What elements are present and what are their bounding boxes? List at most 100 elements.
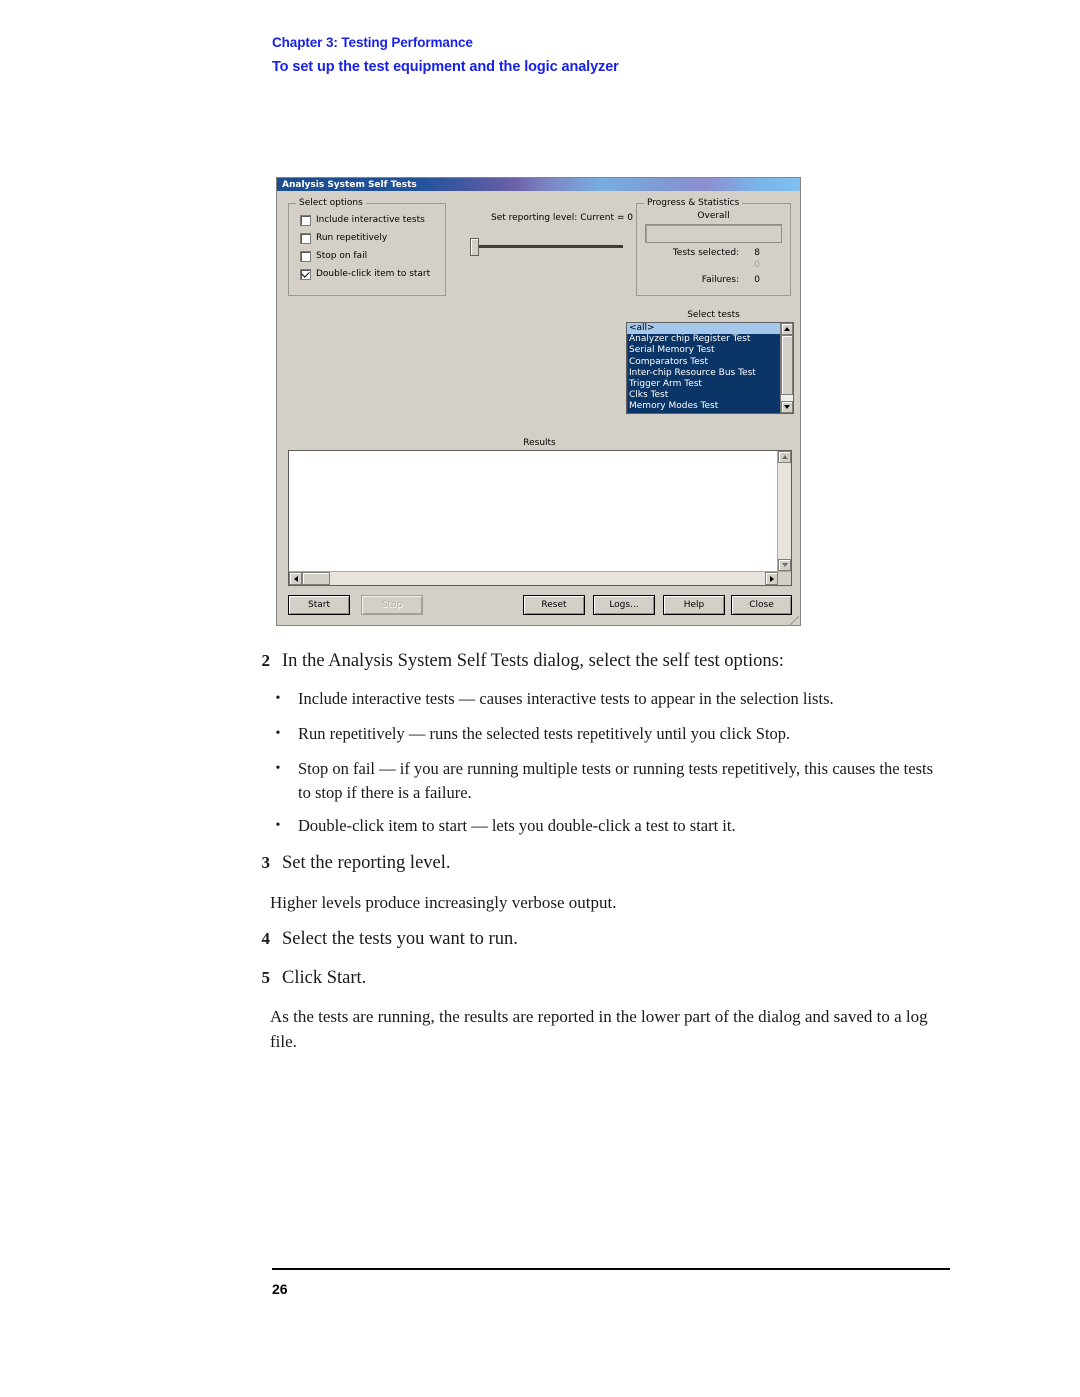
help-button[interactable]: Help [663, 595, 725, 615]
step-4: 4 Select the tests you want to run. [248, 926, 948, 952]
progress-statistics-legend: Progress & Statistics [644, 198, 743, 208]
bullet-include-interactive-tests: • Include interactive tests — causes int… [272, 687, 952, 711]
scroll-up-button[interactable] [778, 451, 791, 463]
select-tests-label: Select tests [687, 310, 740, 320]
bullet-text: Double-click item to start — lets you do… [298, 816, 736, 835]
reporting-level-block: Set reporting level: Current = 0 [467, 213, 657, 256]
arrow-down-icon [784, 405, 790, 409]
checkbox-box-icon[interactable] [300, 232, 311, 244]
failures-line: Failures: 0 [637, 275, 790, 285]
scroll-left-button[interactable] [289, 572, 302, 585]
scroll-trough[interactable] [330, 572, 765, 585]
checkbox-double-click-item-to-start[interactable]: Double-click item to start [300, 265, 445, 283]
running-header: Chapter 3: Testing Performance To set up… [272, 35, 972, 76]
close-button[interactable]: Close [731, 595, 792, 615]
scroll-down-button[interactable] [778, 559, 791, 571]
results-main [289, 451, 791, 571]
bullet-double-click-item-to-start: • Double-click item to start — lets you … [272, 814, 952, 838]
bullet-marker-icon: • [275, 761, 281, 776]
checkbox-label: Include interactive tests [316, 215, 425, 225]
bullet-text: Include interactive tests — causes inter… [298, 689, 834, 708]
bullet-marker-icon: • [275, 818, 281, 833]
bullet-run-repetitively: • Run repetitively — runs the selected t… [272, 722, 952, 746]
chapter-title: Chapter 3: Testing Performance [272, 35, 473, 50]
dialog-body: Select options Include interactive tests… [277, 191, 800, 627]
scroll-up-button[interactable] [781, 323, 793, 335]
dialog-title: Analysis System Self Tests [282, 179, 417, 190]
dialog-title-bar: Analysis System Self Tests [277, 178, 800, 191]
reporting-level-slider[interactable] [467, 237, 657, 256]
step-3: 3 Set the reporting level. [248, 850, 948, 876]
arrow-left-icon [293, 575, 298, 582]
failures-label: Failures: [701, 275, 740, 285]
list-item[interactable]: Trigger Arm Test [627, 379, 780, 390]
bullet-text: Stop on fail — if you are running multip… [298, 759, 933, 802]
list-item[interactable]: Memory Modes Test [627, 401, 780, 412]
select-tests-items[interactable]: <all> Analyzer chip Register Test Serial… [627, 323, 780, 413]
select-tests-listbox[interactable]: <all> Analyzer chip Register Test Serial… [626, 322, 794, 414]
checkbox-box-icon[interactable] [300, 214, 311, 226]
task-title: To set up the test equipment and the log… [272, 58, 619, 75]
step-2: 2 In the Analysis System Self Tests dial… [248, 648, 948, 674]
tests-selected-label: Tests selected: [672, 248, 740, 258]
list-item[interactable]: Serial Memory Test [627, 345, 780, 356]
reset-button[interactable]: Reset [523, 595, 585, 615]
step-number: 5 [261, 968, 271, 987]
step-text: Set the reporting level. [282, 853, 451, 873]
scroll-right-button[interactable] [765, 572, 778, 585]
select-options-legend: Select options [296, 198, 366, 208]
tests-selected-value: 8 [754, 248, 760, 258]
footer-rule [272, 1268, 950, 1270]
step-number: 3 [261, 853, 271, 872]
slider-thumb[interactable] [470, 238, 479, 256]
progress-statistics-group: Progress & Statistics Overall Tests sele… [636, 198, 791, 296]
arrow-up-icon [781, 455, 788, 459]
slider-track [477, 245, 623, 248]
results-panel [288, 450, 792, 586]
analysis-system-self-tests-dialog: Analysis System Self Tests Select option… [276, 177, 801, 626]
list-item[interactable]: Clks Test [627, 390, 780, 401]
step-number: 4 [261, 929, 271, 948]
scroll-trough[interactable] [778, 463, 791, 559]
results-vertical-scrollbar[interactable] [777, 451, 791, 571]
list-item[interactable]: <all> [627, 323, 780, 335]
checkbox-stop-on-fail[interactable]: Stop on fail [300, 247, 445, 265]
resize-grip-icon[interactable] [789, 616, 799, 626]
results-horizontal-scrollbar[interactable] [289, 571, 791, 585]
select-tests-scrollbar[interactable] [780, 323, 793, 413]
results-text-area[interactable] [289, 451, 777, 571]
step-text: In the Analysis System Self Tests dialog… [282, 651, 784, 671]
checkbox-label: Run repetitively [316, 233, 388, 243]
bullet-stop-on-fail: • Stop on fail — if you are running mult… [272, 757, 940, 805]
start-button[interactable]: Start [288, 595, 350, 615]
bullet-marker-icon: • [275, 726, 281, 741]
scroll-trough[interactable] [781, 335, 793, 401]
arrow-right-icon [769, 575, 774, 582]
logs-button[interactable]: Logs... [593, 595, 655, 615]
step-text: Click Start. [282, 968, 367, 988]
page-number: 26 [272, 1281, 288, 1297]
reporting-level-caption: Set reporting level: Current = 0 [491, 213, 633, 223]
scroll-thumb[interactable] [781, 335, 793, 395]
list-item[interactable]: Inter-chip Resource Bus Test [627, 368, 780, 379]
stop-button: Stop [361, 595, 423, 615]
list-item[interactable]: Analyzer chip Register Test [627, 334, 780, 345]
bullet-marker-icon: • [275, 691, 281, 706]
step-3-paragraph: Higher levels produce increasingly verbo… [270, 893, 617, 912]
checkbox-run-repetitively[interactable]: Run repetitively [300, 229, 445, 247]
scroll-down-button[interactable] [781, 401, 793, 413]
select-options-group: Select options Include interactive tests… [288, 198, 446, 296]
checkbox-checked-icon[interactable] [300, 268, 311, 280]
checkbox-include-interactive-tests[interactable]: Include interactive tests [300, 211, 445, 229]
tests-selected-line: Tests selected: 8 [637, 248, 790, 258]
arrow-up-icon [784, 327, 790, 331]
scroll-thumb[interactable] [302, 572, 330, 585]
step-text: Select the tests you want to run. [282, 929, 518, 949]
list-item[interactable]: Comparators Test [627, 357, 780, 368]
checkbox-label: Double-click item to start [316, 269, 431, 279]
bullet-text: Run repetitively — runs the selected tes… [298, 724, 791, 743]
checkbox-box-icon[interactable] [300, 250, 311, 262]
results-label: Results [523, 438, 556, 448]
middle-faint-line: 0 [637, 260, 790, 270]
overall-label: Overall [697, 211, 730, 221]
